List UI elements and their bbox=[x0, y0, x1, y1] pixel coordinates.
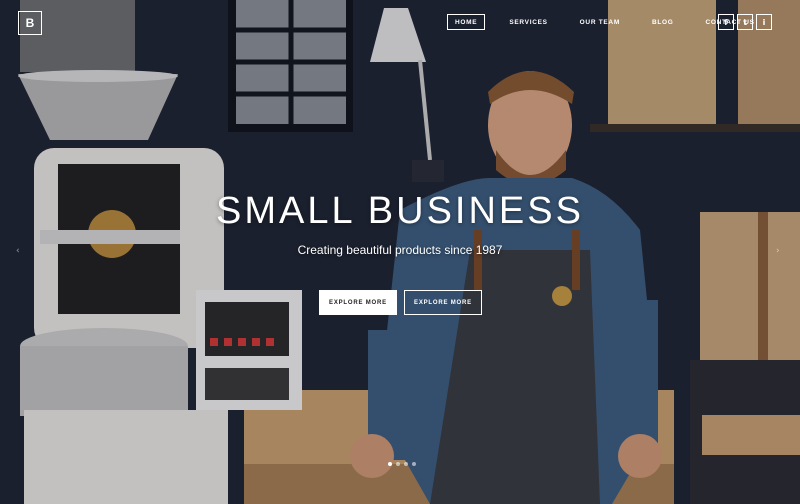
slider-dot[interactable] bbox=[388, 462, 392, 466]
slider-pagination bbox=[388, 462, 416, 466]
twitter-icon[interactable]: t bbox=[737, 14, 753, 30]
slider-dot[interactable] bbox=[396, 462, 400, 466]
instagram-icon[interactable]: i bbox=[756, 14, 772, 30]
slider-dot[interactable] bbox=[412, 462, 416, 466]
explore-more-button-outline[interactable]: EXPLORE MORE bbox=[404, 290, 482, 315]
hero-buttons: EXPLORE MORE EXPLORE MORE bbox=[319, 290, 482, 315]
slider-dot[interactable] bbox=[404, 462, 408, 466]
hero-subtitle: Creating beautiful products since 1987 bbox=[297, 243, 503, 257]
explore-more-button-primary[interactable]: EXPLORE MORE bbox=[319, 290, 397, 315]
logo[interactable]: B bbox=[18, 11, 42, 35]
hero-slider: B HOME SERVICES OUR TEAM BLOG CONTACT US… bbox=[0, 0, 800, 504]
slider-next-icon[interactable]: › bbox=[776, 246, 780, 256]
slider-prev-icon[interactable]: ‹ bbox=[16, 246, 20, 256]
nav-item-home[interactable]: HOME bbox=[447, 14, 486, 30]
nav-item-services[interactable]: SERVICES bbox=[501, 14, 555, 30]
navbar: B HOME SERVICES OUR TEAM BLOG CONTACT US… bbox=[0, 0, 800, 44]
hero-title: SMALL BUSINESS bbox=[216, 190, 584, 232]
facebook-icon[interactable]: f bbox=[718, 14, 734, 30]
nav-item-our-team[interactable]: OUR TEAM bbox=[572, 14, 628, 30]
nav-item-blog[interactable]: BLOG bbox=[644, 14, 682, 30]
social-links: f t i bbox=[718, 14, 772, 30]
